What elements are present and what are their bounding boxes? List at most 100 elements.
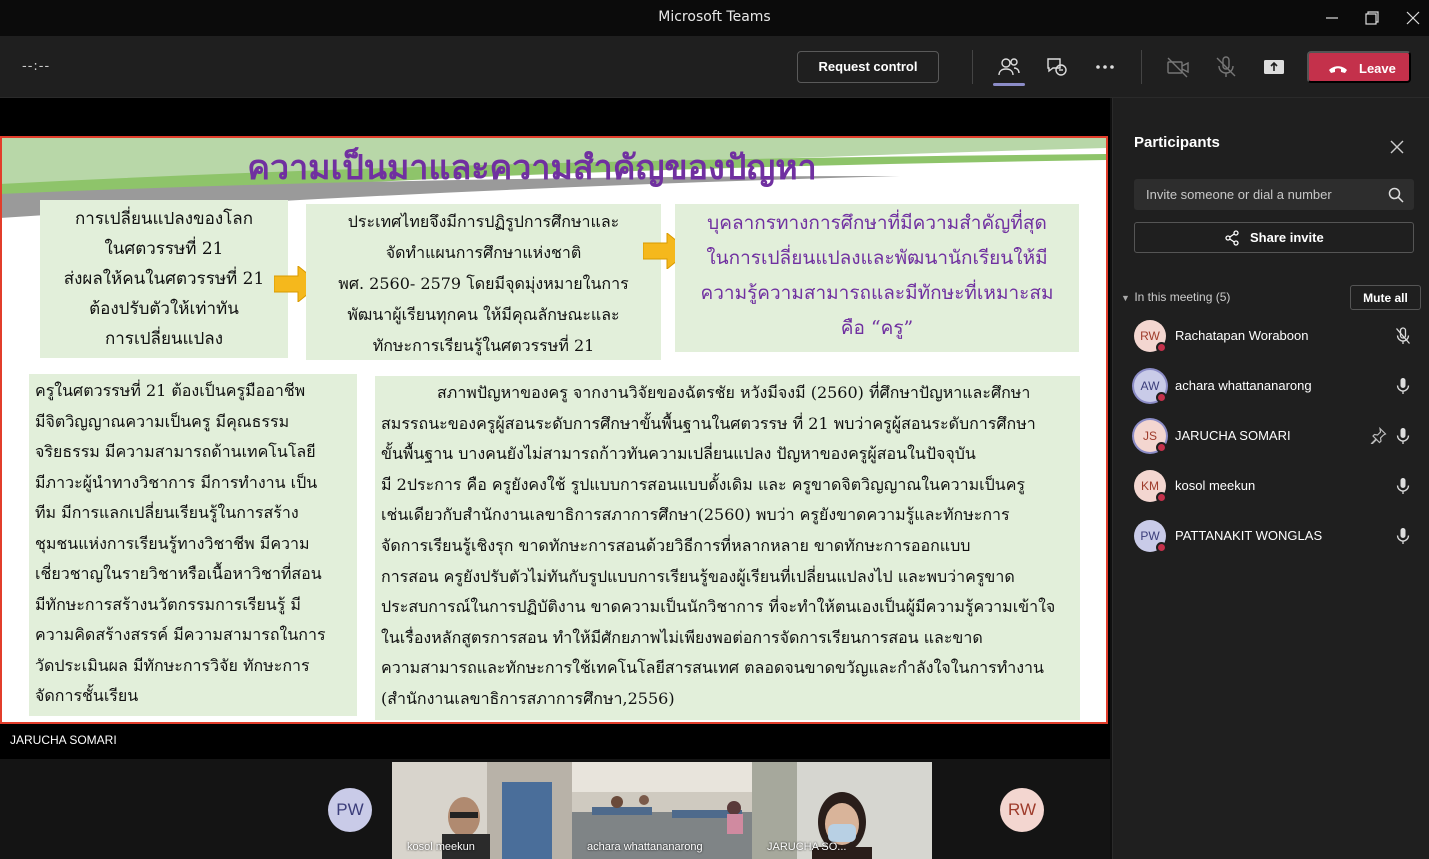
slide-text-line: ความคิดสร้างสรรค์ มีความสามารถในการ <box>35 625 326 644</box>
active-tab-indicator <box>993 83 1025 86</box>
participant-name: kosol meekun <box>1175 478 1256 493</box>
slide-box-problem-statement: สภาพปัญหาของครู จากงานวิจัยของฉัตรชัย หว… <box>375 376 1080 720</box>
toolbar-divider <box>972 50 973 84</box>
mic-off-icon <box>1395 327 1411 345</box>
people-icon <box>998 58 1020 76</box>
toolbar-divider <box>1141 50 1142 84</box>
video-tile[interactable]: JARUCHA SO... <box>752 762 932 859</box>
panel-title: Participants <box>1134 134 1220 151</box>
mic-icon <box>1395 527 1411 545</box>
participant-name: Rachatapan Woraboon <box>1175 328 1309 343</box>
slide-text-line: จัดการชั้นเรียน <box>35 686 139 705</box>
slide-text-line: พศ. 2560- 2579 โดยมีจุดมุ่งหมายในการ <box>338 274 629 293</box>
tile-name: JARUCHA SO... <box>767 841 847 853</box>
slide-text-line: ครูในศตวรรษที่ 21 ต้องเป็นครูมืออาชีพ <box>35 381 306 400</box>
restore-button[interactable] <box>1360 6 1384 30</box>
share-screen-button[interactable] <box>1261 54 1287 80</box>
slide-box-21st-century-teacher: ครูในศตวรรษที่ 21 ต้องเป็นครูมืออาชีพ มี… <box>29 374 357 716</box>
share-icon <box>1225 230 1239 246</box>
chat-icon <box>1047 58 1067 76</box>
slide-text-line: สภาพปัญหาของครู จากงานวิจัยของฉัตรชัย หว… <box>437 383 1031 402</box>
teams-window: Microsoft Teams --:-- Request control Le… <box>0 0 1429 859</box>
slide-text-line: เชี่ยวชาญในรายวิชาหรือเนื้อหาวิชาที่สอน <box>35 564 322 583</box>
slide-text-line: ต้องปรับตัวให้เท่าทัน <box>89 299 239 319</box>
title-bar: Microsoft Teams <box>0 0 1429 36</box>
avatar[interactable]: RW <box>1000 788 1044 832</box>
participant-row[interactable]: JS JARUCHA SOMARI <box>1113 412 1429 462</box>
slide-text-line: ส่งผลให้คนในศตวรรษที่ 21 <box>63 269 265 289</box>
slide-text-line: บุคลากรทางการศึกษาที่มีความสำคัญที่สุด <box>707 212 1047 234</box>
chat-button[interactable] <box>1044 54 1070 80</box>
slide-title: ความเป็นมาและความสำคัญของปัญหา <box>247 148 817 188</box>
people-button[interactable] <box>996 54 1022 80</box>
close-icon <box>1406 11 1420 25</box>
presenter-name-label: JARUCHA SOMARI <box>10 733 117 747</box>
leave-button[interactable]: Leave <box>1307 51 1411 83</box>
chevron-down-icon: ▼ <box>1121 293 1130 303</box>
slide-text-line: ในการเปลี่ยนแปลงและพัฒนานักเรียนให้มี <box>706 247 1048 269</box>
presence-badge <box>1156 542 1167 553</box>
avatar[interactable]: PW <box>328 788 372 832</box>
participant-row[interactable]: AW achara whattananarong <box>1113 362 1429 412</box>
slide-text-line: ขั้นพื้นฐาน บางคนยังไม่สามารถก้าวทันความ… <box>381 444 976 464</box>
pin-icon[interactable] <box>1370 426 1387 445</box>
slide-text-line: ในเรื่องหลักสูตรการสอน ทำให้มีศักยภาพไม่… <box>381 627 983 647</box>
request-control-button[interactable]: Request control <box>797 51 939 83</box>
slide-text-line: ทักษะการเรียนรู้ในศตวรรษที่ 21 <box>372 336 595 355</box>
mic-icon <box>1395 427 1411 445</box>
minimize-button[interactable] <box>1320 6 1344 30</box>
slide-text-line: การเปลี่ยนแปลงของโลก <box>74 209 253 229</box>
slide-text-line: ชุมชนแห่งการเรียนรู้ทางวิชาชีพ มีความ <box>35 533 310 553</box>
slide-text-line: ในศตวรรษที่ 21 <box>104 239 224 259</box>
slide-text-line: (สำนักงานเลขาธิการสภาการศึกษา,2556) <box>381 688 675 708</box>
presence-badge <box>1156 492 1167 503</box>
window-title: Microsoft Teams <box>658 9 771 25</box>
video-tile[interactable]: achara whattananarong <box>572 762 752 859</box>
slide-text-line: มี 2ประการ คือ ครูยังคงใช้ รูปแบบการสอนแ… <box>381 474 1026 494</box>
close-window-button[interactable] <box>1401 6 1425 30</box>
invite-search-input[interactable] <box>1134 179 1414 210</box>
participant-row[interactable]: KM kosol meekun <box>1113 462 1429 512</box>
search-icon[interactable] <box>1388 187 1404 203</box>
meeting-timer: --:-- <box>22 59 51 74</box>
video-strip: PW kosol meekun achara whattananarong JA… <box>0 759 1110 859</box>
presentation-slide: ความเป็นมาและความสำคัญของปัญหา การเปลี่ย… <box>0 136 1108 724</box>
participant-row[interactable]: PW PATTANAKIT WONGLAS <box>1113 512 1429 562</box>
slide-text-line: มีภาวะผู้นำทางวิชาการ มีการทำงาน เป็น <box>35 472 318 492</box>
in-meeting-section-toggle[interactable]: ▼ In this meeting (5) <box>1121 290 1230 304</box>
participant-row[interactable]: RW Rachatapan Woraboon <box>1113 312 1429 362</box>
slide-text-line: จริยธรรม มีความสามารถด้านเทคโนโลยี <box>35 442 316 461</box>
slide-box-world-change: การเปลี่ยนแปลงของโลก ในศตวรรษที่ 21 ส่งผ… <box>40 200 288 358</box>
slide-text-line: การเปลี่ยนแปลง <box>104 329 224 349</box>
shared-screen-area: ความเป็นมาและความสำคัญของปัญหา การเปลี่ย… <box>0 98 1110 759</box>
slide-box-thailand-reform: ประเทศไทยจึงมีการปฏิรูปการศึกษาและ จัดทำ… <box>306 204 661 360</box>
share-invite-button[interactable]: Share invite <box>1134 222 1414 253</box>
slide-text-line: จัดทำแผนการศึกษาแห่งชาติ <box>385 243 582 262</box>
minimize-icon <box>1326 17 1338 19</box>
slide-text-line: คือ “ครู” <box>840 317 914 339</box>
video-tile[interactable]: kosol meekun <box>392 762 572 859</box>
close-panel-button[interactable] <box>1388 138 1406 156</box>
slide-text-line: ความรู้ความสามารถและมีทักษะที่เหมาะสม <box>700 282 1054 304</box>
more-actions-button[interactable] <box>1092 54 1118 80</box>
tile-name: achara whattananarong <box>587 841 703 853</box>
slide-box-teacher-importance: บุคลากรทางการศึกษาที่มีความสำคัญที่สุด ใ… <box>675 204 1079 352</box>
mute-all-button[interactable]: Mute all <box>1350 285 1421 310</box>
participant-name: achara whattananarong <box>1175 378 1312 393</box>
share-screen-icon <box>1264 60 1284 74</box>
tile-name: kosol meekun <box>407 841 475 853</box>
share-invite-label: Share invite <box>1250 230 1324 245</box>
slide-text-line: มีจิตวิญญาณความเป็นครู มีคุณธรรม <box>35 411 290 431</box>
mic-button[interactable] <box>1213 54 1239 80</box>
slide-text-line: ประสบการณ์ในการปฏิบัติงาน ขาดความเป็นนัก… <box>381 597 1056 617</box>
camera-button[interactable] <box>1165 54 1191 80</box>
slide-text-line: มีทักษะการสร้างนวัตกรรมการเรียนรู้ มี <box>35 594 301 614</box>
participants-panel: Participants Share invite ▼ In this meet… <box>1112 98 1429 859</box>
slide-text-line: ทีม มีการแลกเปลี่ยนเรียนรู้ในการสร้าง <box>35 503 299 522</box>
slide-text-line: สมรรถนะของครูผู้สอนระดับการศึกษาขั้นพื้น… <box>381 413 1036 433</box>
slide-text-line: เช่นเดียวกับสำนักงานเลขาธิการสภาการศึกษา… <box>381 505 1010 525</box>
mic-off-icon <box>1216 56 1236 77</box>
slide-text-line: ประเทศไทยจึงมีการปฏิรูปการศึกษาและ <box>347 212 620 231</box>
presence-badge <box>1156 342 1167 353</box>
leave-label: Leave <box>1359 61 1396 76</box>
